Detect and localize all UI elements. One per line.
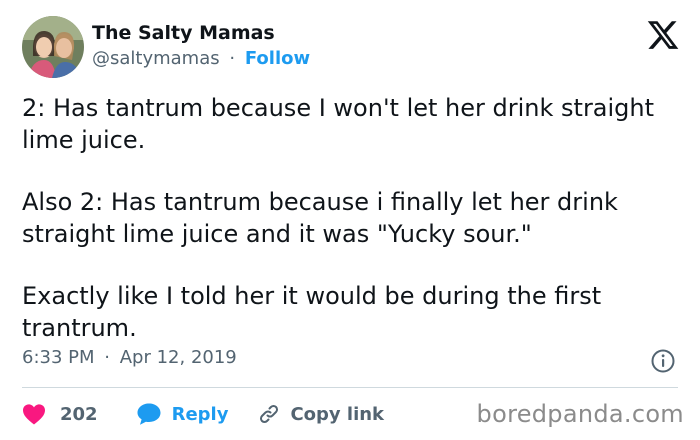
copy-link-button[interactable]: Copy link — [258, 403, 384, 425]
author-handle-row: @saltymamas · Follow — [92, 48, 310, 69]
tweet-text: 2: Has tantrum because I won't let her d… — [22, 92, 682, 344]
follow-button[interactable]: Follow — [245, 48, 310, 69]
like-button[interactable]: 202 — [22, 403, 98, 425]
avatar[interactable] — [22, 16, 84, 78]
handle-separator: · — [229, 48, 236, 69]
info-icon[interactable] — [650, 348, 676, 374]
tweet-paragraph: 2: Has tantrum because I won't let her d… — [22, 94, 655, 154]
action-bar: 202 Reply Copy link — [22, 398, 384, 430]
tweet-time: 6:33 PM — [22, 347, 95, 368]
watermark: boredpanda.com — [476, 400, 684, 428]
heart-icon — [22, 403, 46, 425]
author-handle[interactable]: @saltymamas — [92, 48, 220, 69]
like-count: 202 — [60, 403, 98, 425]
x-logo-icon[interactable] — [646, 18, 680, 52]
tweet-date: Apr 12, 2019 — [119, 347, 237, 368]
copy-link-label: Copy link — [290, 403, 385, 425]
author-name[interactable]: The Salty Mamas — [92, 22, 275, 44]
timestamp-separator: · — [104, 347, 110, 368]
reply-label: Reply — [171, 403, 229, 425]
tweet-timestamp[interactable]: 6:33 PM · Apr 12, 2019 — [22, 347, 237, 368]
divider — [22, 387, 678, 388]
link-icon — [258, 403, 280, 425]
reply-button[interactable]: Reply — [136, 402, 229, 426]
tweet-paragraph: Exactly like I told her it would be duri… — [22, 282, 602, 342]
speech-bubble-icon — [136, 402, 162, 426]
tweet-paragraph: Also 2: Has tantrum because i finally le… — [22, 188, 618, 248]
